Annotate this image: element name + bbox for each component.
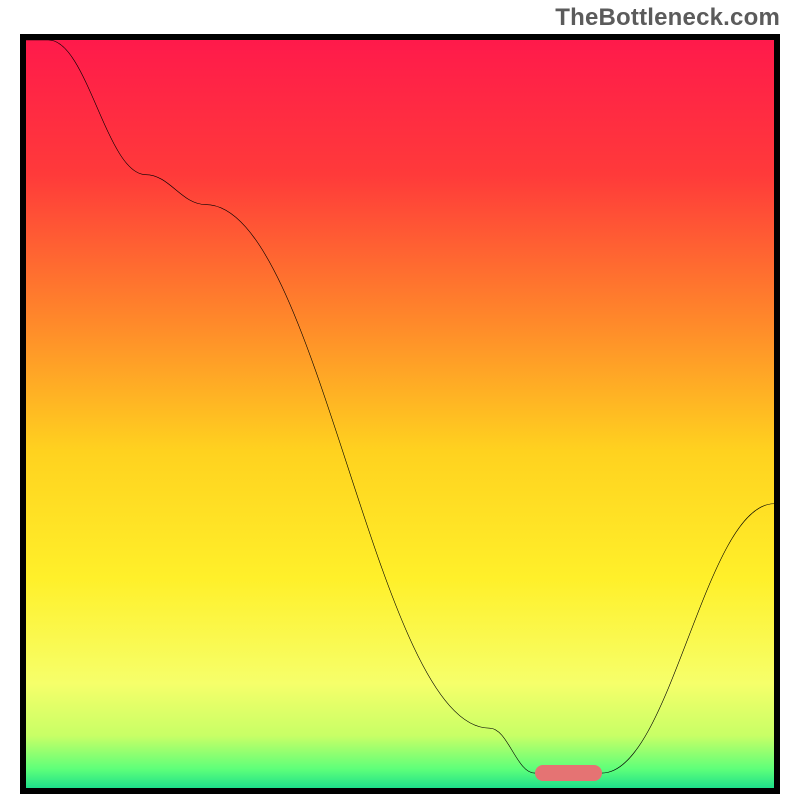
bottleneck-curve: [26, 40, 774, 788]
chart-frame: TheBottleneck.com: [0, 0, 800, 800]
plot-area: [20, 34, 780, 794]
watermark-text: TheBottleneck.com: [555, 4, 780, 32]
optimal-range-marker: [535, 765, 602, 781]
